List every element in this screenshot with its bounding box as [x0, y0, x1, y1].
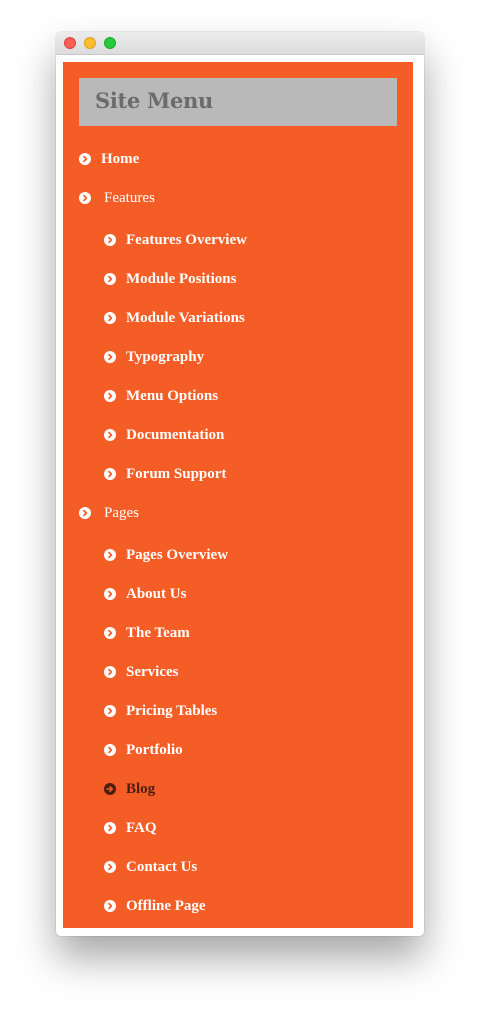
menu-item-contact-us[interactable]: Contact Us	[104, 856, 197, 878]
menu-item-forum-support[interactable]: Forum Support	[104, 463, 226, 485]
menu-item-about-us[interactable]: About Us	[104, 583, 186, 605]
chevron-right-circle-icon	[104, 549, 116, 561]
menu-item-label: FAQ	[126, 819, 157, 836]
chevron-right-circle-icon	[104, 351, 116, 363]
menu-item-typography[interactable]: Typography	[104, 346, 204, 368]
menu-item-label: Module Variations	[126, 309, 245, 326]
menu-item-offline-page[interactable]: Offline Page	[104, 895, 206, 917]
maximize-window-button[interactable]	[104, 37, 116, 49]
menu-item-label: Pricing Tables	[126, 702, 218, 719]
menu-item-label: Offline Page	[126, 897, 206, 914]
site-menu-list: Home Features Features Overview Module Posi…	[63, 62, 413, 928]
menu-item-label: Features Overview	[126, 231, 247, 248]
menu-item-label: Menu Options	[126, 387, 219, 404]
menu-item-label: About Us	[126, 585, 187, 602]
close-window-button[interactable]	[64, 37, 76, 49]
menu-item-documentation[interactable]: Documentation	[104, 424, 224, 446]
chevron-right-circle-icon	[79, 507, 91, 519]
menu-item-label: Documentation	[126, 426, 225, 443]
chevron-right-circle-icon	[104, 744, 116, 756]
menu-item-label: Services	[126, 663, 179, 680]
chevron-right-circle-icon	[79, 153, 91, 165]
window-titlebar	[56, 32, 424, 55]
chevron-right-circle-icon	[104, 627, 116, 639]
arrow-right-circle-icon	[104, 783, 116, 795]
chevron-right-circle-icon	[104, 312, 116, 324]
menu-item-label: Home	[101, 150, 140, 167]
menu-item-blog[interactable]: Blog	[104, 778, 155, 800]
chevron-right-circle-icon	[104, 234, 116, 246]
chevron-right-circle-icon	[104, 273, 116, 285]
chevron-right-circle-icon	[104, 900, 116, 912]
menu-item-label: Blog	[126, 780, 156, 797]
menu-item-label: The Team	[126, 624, 190, 641]
chevron-right-circle-icon	[104, 822, 116, 834]
menu-item-pages-overview[interactable]: Pages Overview	[104, 544, 228, 566]
menu-item-the-team[interactable]: The Team	[104, 622, 190, 644]
menu-item-label: Pages	[104, 504, 139, 521]
menu-item-label: Typography	[126, 348, 205, 365]
menu-item-portfolio[interactable]: Portfolio	[104, 739, 183, 761]
menu-item-label: Pages Overview	[126, 546, 229, 563]
menu-item-label: Contact Us	[126, 858, 198, 875]
chevron-right-circle-icon	[104, 861, 116, 873]
chevron-right-circle-icon	[79, 192, 91, 204]
menu-item-features[interactable]: Features	[79, 187, 155, 209]
menu-item-home[interactable]: Home	[79, 148, 139, 170]
menu-item-faq[interactable]: FAQ	[104, 817, 157, 839]
browser-window: Site Menu Home Features Features Overview M…	[56, 32, 424, 936]
menu-item-menu-options[interactable]: Menu Options	[104, 385, 218, 407]
chevron-right-circle-icon	[104, 705, 116, 717]
chevron-right-circle-icon	[104, 429, 116, 441]
menu-item-label: Forum Support	[126, 465, 227, 482]
site-menu-panel: Site Menu Home Features Features Overview M…	[63, 62, 413, 928]
menu-item-pricing-tables[interactable]: Pricing Tables	[104, 700, 217, 722]
chevron-right-circle-icon	[104, 468, 116, 480]
chevron-right-circle-icon	[104, 666, 116, 678]
menu-item-pages[interactable]: Pages	[79, 502, 139, 524]
chevron-right-circle-icon	[104, 588, 116, 600]
minimize-window-button[interactable]	[84, 37, 96, 49]
menu-item-label: Module Positions	[126, 270, 237, 287]
menu-item-label: Portfolio	[126, 741, 183, 758]
chevron-right-circle-icon	[104, 390, 116, 402]
menu-item-module-positions[interactable]: Module Positions	[104, 268, 236, 290]
menu-item-label: Features	[104, 189, 155, 206]
menu-item-module-variations[interactable]: Module Variations	[104, 307, 245, 329]
menu-item-features-overview[interactable]: Features Overview	[104, 229, 247, 251]
menu-item-services[interactable]: Services	[104, 661, 178, 683]
